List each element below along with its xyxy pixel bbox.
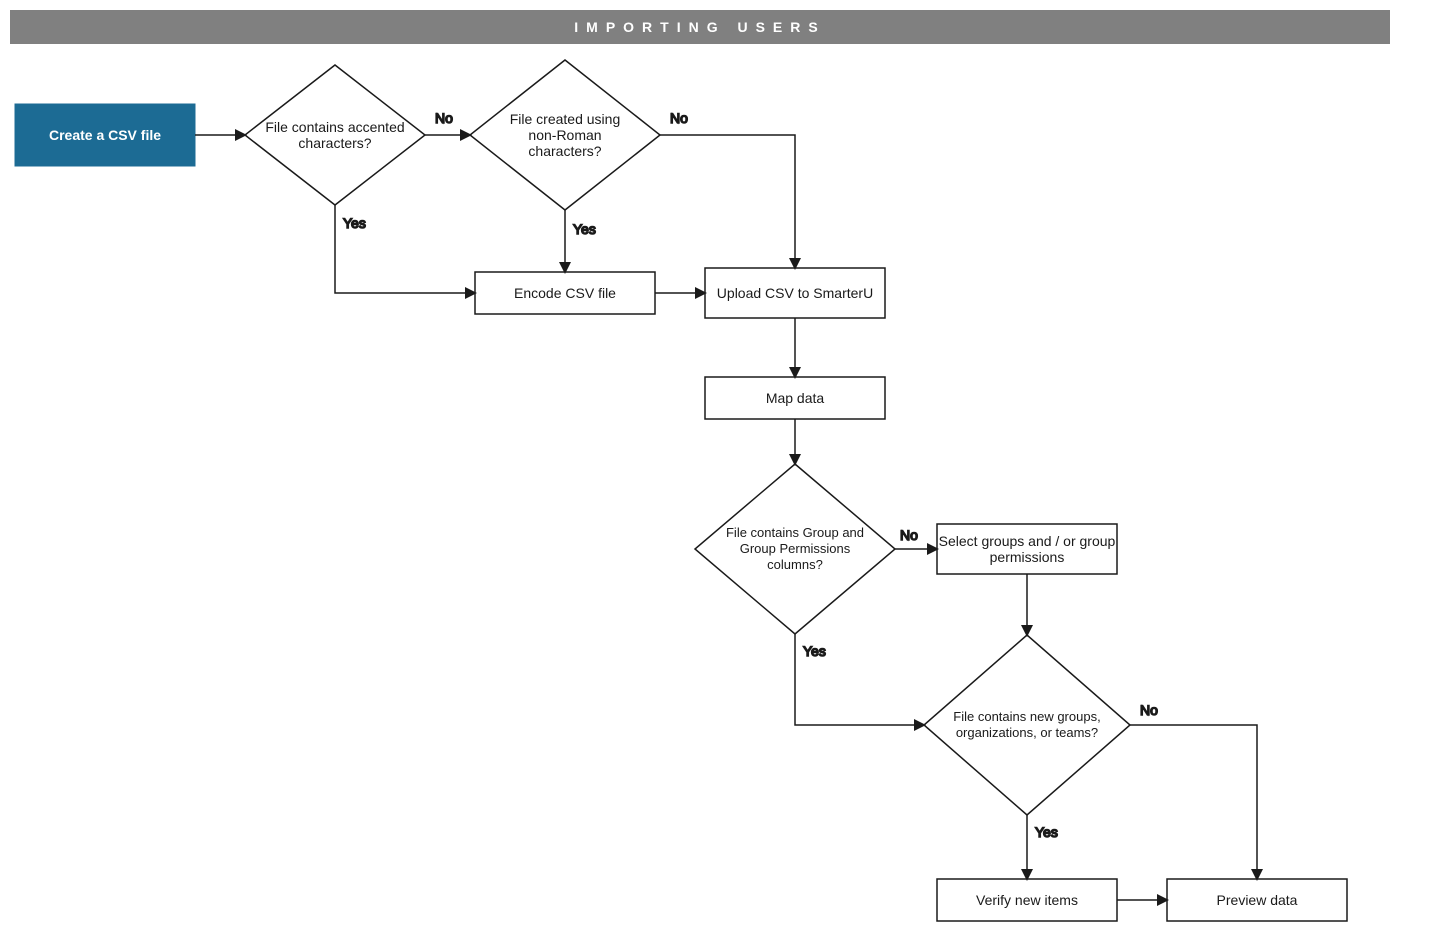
edge-nonroman-no-label: No: [670, 110, 688, 126]
node-q-groupcols-label: File contains Group and Group Permission…: [720, 525, 870, 574]
node-encode-label: Encode CSV file: [514, 285, 616, 301]
edge-nonroman-yes-label: Yes: [573, 221, 596, 237]
node-preview-label: Preview data: [1217, 892, 1298, 908]
edge-accented-yes-label: Yes: [343, 215, 366, 231]
node-start-label: Create a CSV file: [49, 127, 161, 143]
node-q-newitems: File contains new groups, organizations,…: [924, 635, 1130, 815]
node-map: Map data: [705, 377, 885, 419]
flowchart-canvas: Create a CSV file File contains accented…: [0, 0, 1448, 952]
node-verify: Verify new items: [937, 879, 1117, 921]
node-verify-label: Verify new items: [976, 892, 1078, 908]
node-q-groupcols: File contains Group and Group Permission…: [695, 464, 895, 634]
edge-groupcols-yes-label: Yes: [803, 643, 826, 659]
edge-newitems-no-label: No: [1140, 702, 1158, 718]
node-q-accented-label: File contains accented characters?: [265, 119, 405, 151]
node-upload-label: Upload CSV to SmarterU: [717, 285, 873, 301]
edge-groupcols-no-label: No: [900, 527, 918, 543]
node-q-nonroman: File created using non-Roman characters?: [470, 60, 660, 210]
node-encode: Encode CSV file: [475, 272, 655, 314]
node-q-nonroman-label: File created using non-Roman characters?: [495, 111, 635, 159]
node-map-label: Map data: [766, 390, 824, 406]
node-q-newitems-label: File contains new groups, organizations,…: [952, 709, 1102, 742]
edge-accented-no-label: No: [435, 110, 453, 126]
edge-newitems-no: [1130, 725, 1257, 879]
node-selectgrp-label: Select groups and / or group permissions: [937, 533, 1117, 565]
node-start: Create a CSV file: [15, 104, 195, 166]
edge-nonroman-no: [660, 135, 795, 268]
edge-newitems-yes-label: Yes: [1035, 824, 1058, 840]
node-preview: Preview data: [1167, 879, 1347, 921]
node-q-accented: File contains accented characters?: [245, 65, 425, 205]
node-selectgrp: Select groups and / or group permissions: [937, 524, 1117, 574]
node-upload: Upload CSV to SmarterU: [705, 268, 885, 318]
